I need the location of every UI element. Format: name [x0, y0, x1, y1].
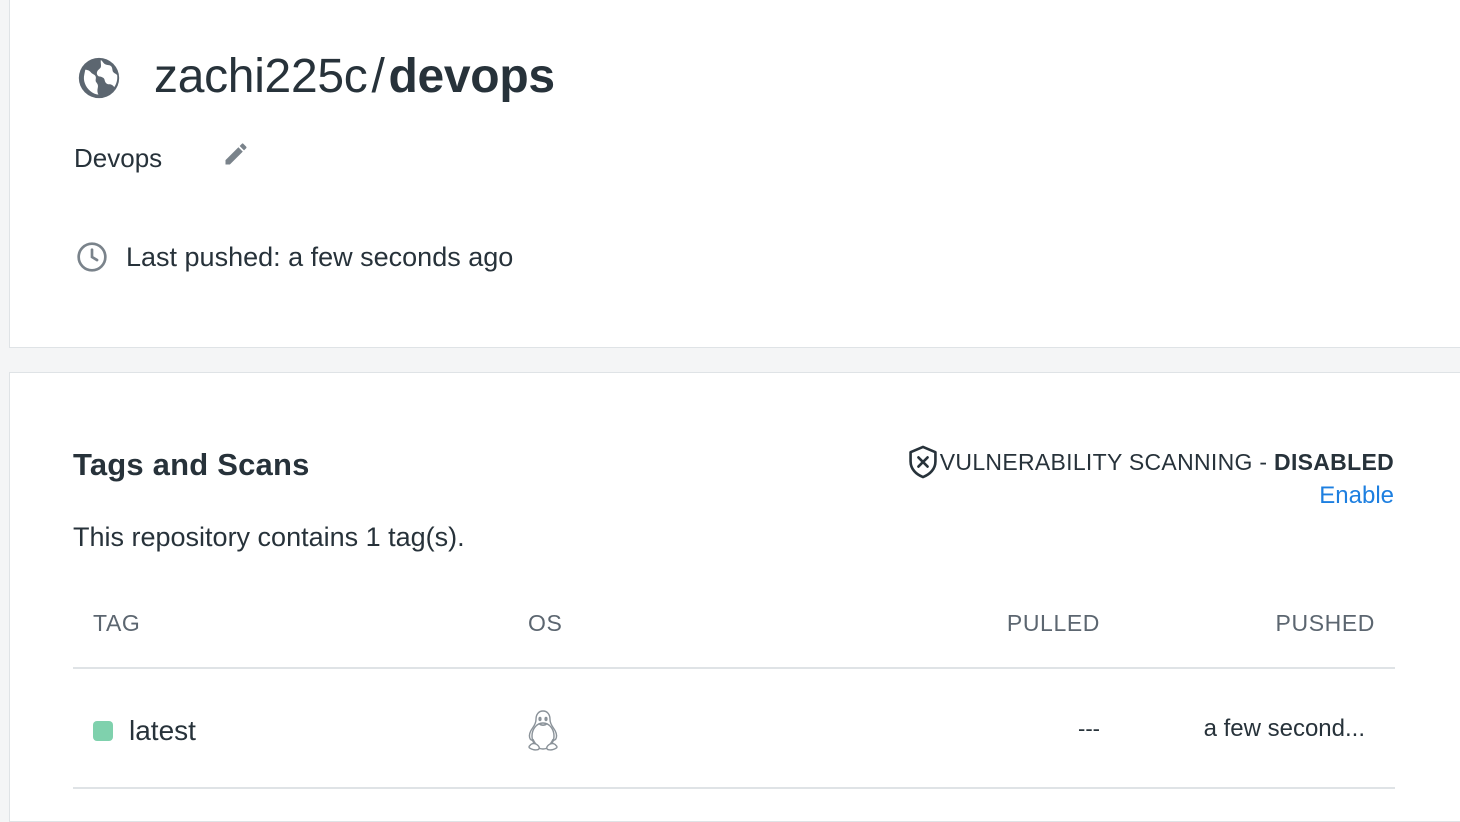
- globe-icon: [78, 57, 120, 99]
- vulnerability-scanning-state: DISABLED: [1274, 449, 1394, 475]
- repository-header-card: zachi225c/devops Devops Last pushed: a f…: [9, 0, 1460, 348]
- table-header: TAG OS PULLED PUSHED: [73, 599, 1395, 669]
- tag-name-link[interactable]: latest: [129, 713, 196, 749]
- column-header-pushed[interactable]: PUSHED: [1276, 607, 1375, 639]
- enable-scanning-link[interactable]: Enable: [1319, 481, 1394, 511]
- pencil-icon[interactable]: [222, 140, 250, 168]
- repository-description: Devops: [74, 143, 163, 173]
- tags-and-scans-card: Tags and Scans VULNERABILITY SCANNING - …: [9, 372, 1460, 822]
- tag-pulled-value: ---: [1078, 716, 1100, 741]
- last-pushed-text: Last pushed: a few seconds ago: [126, 242, 514, 272]
- clock-icon: [77, 242, 107, 272]
- tags-table: TAG OS PULLED PUSHED latest --- a few se…: [73, 599, 1395, 789]
- column-header-pulled[interactable]: PULLED: [1007, 607, 1100, 639]
- vulnerability-scanning-status: VULNERABILITY SCANNING - DISABLED: [940, 447, 1394, 477]
- linux-icon: [528, 710, 558, 751]
- repository-name: devops: [388, 50, 556, 103]
- vulnerability-scanning-label: VULNERABILITY SCANNING -: [939, 449, 1275, 475]
- title-separator: /: [371, 50, 385, 103]
- tag-pushed-value: a few second...: [1203, 715, 1365, 742]
- column-header-os: OS: [528, 610, 563, 636]
- tags-section-title: Tags and Scans: [73, 447, 310, 482]
- table-row[interactable]: latest --- a few second...: [73, 669, 1395, 789]
- repository-title: zachi225c/devops: [154, 45, 555, 109]
- repository-namespace: zachi225c: [154, 50, 368, 103]
- tag-status-indicator: [93, 721, 113, 741]
- shield-x-icon: [909, 445, 937, 479]
- column-header-tag[interactable]: TAG: [93, 607, 140, 639]
- tag-count-text: This repository contains 1 tag(s).: [73, 522, 465, 552]
